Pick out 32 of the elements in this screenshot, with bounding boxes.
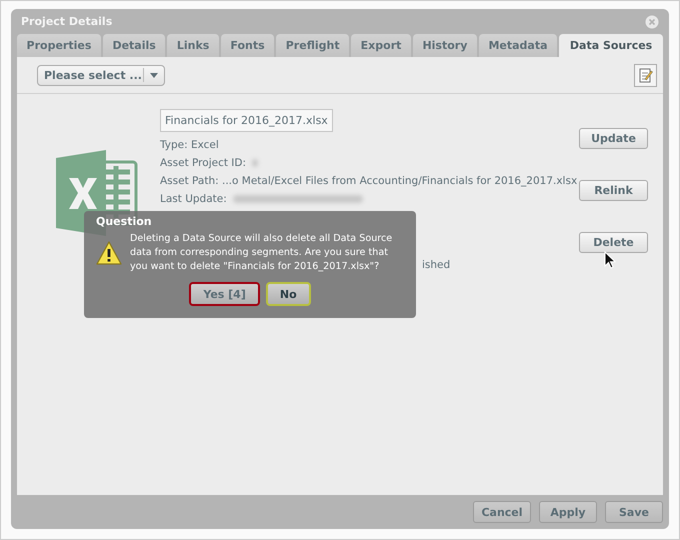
tab[interactable]: Data Sources — [559, 34, 664, 57]
warning-icon — [96, 241, 122, 265]
asset-path-text: Asset Path: ...o Metal/Excel Files from Accounting/Financials for 2016_2017.xlsx — [160, 175, 578, 187]
footer-button[interactable]: Cancel — [473, 501, 531, 523]
select-dropdown[interactable]: Please select ... — [37, 64, 165, 86]
tab[interactable]: History — [412, 34, 477, 57]
notepad-icon — [638, 68, 653, 82]
action-button[interactable]: Update — [579, 128, 648, 149]
dialog-button[interactable]: No — [266, 282, 311, 306]
action-button[interactable]: Relink — [579, 180, 648, 201]
notepad-button[interactable] — [634, 64, 657, 86]
tab[interactable]: Fonts — [220, 34, 274, 57]
tab[interactable]: Metadata — [478, 34, 558, 57]
tab[interactable]: Preflight — [276, 34, 350, 57]
dialog-title: Question — [96, 215, 152, 230]
footer-button[interactable]: Apply — [539, 501, 597, 523]
dialog-button[interactable]: Yes [4] — [189, 282, 260, 306]
tab[interactable]: Export — [351, 34, 411, 57]
tab[interactable]: Details — [102, 34, 166, 57]
option-label: ished — [422, 259, 450, 271]
redacted-value — [252, 159, 258, 167]
dialog-message: Deleting a Data Source will also delete all Data Source data from corresponding segments. Are you sure that you want to delete "Financials for 2016_2017.xlsx"? — [130, 232, 394, 274]
action-button[interactable]: Delete — [579, 232, 648, 253]
cursor-icon — [604, 251, 616, 269]
footer-button[interactable]: Save — [605, 501, 663, 523]
project-id-label: Asset Project ID: — [160, 157, 246, 169]
type-label: Type: Excel — [160, 139, 219, 151]
tab[interactable]: Links — [167, 34, 219, 57]
last-update-label: Last Update: — [160, 193, 227, 205]
window-title: Project Details — [21, 15, 112, 28]
tab[interactable]: Properties — [17, 34, 101, 57]
name-field[interactable]: Financials for 2016_2017.xlsx — [160, 109, 333, 132]
